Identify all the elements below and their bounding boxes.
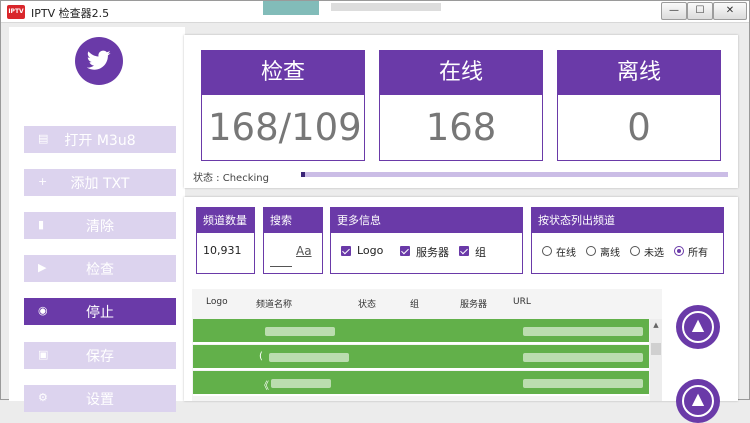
channel-name-cell: ( bbox=[259, 351, 263, 362]
arrow-down-circle-button[interactable]: ▲ bbox=[676, 379, 720, 423]
check-stat-value: 168/109 bbox=[208, 106, 362, 149]
progress-fill bbox=[301, 172, 306, 177]
logo-checkbox-label: Logo bbox=[357, 244, 384, 257]
column-header-group[interactable]: 组 bbox=[410, 297, 419, 310]
blurred-url bbox=[523, 327, 643, 336]
status-text: 状态 : Checking bbox=[193, 173, 269, 184]
twitter-bird-icon bbox=[87, 50, 111, 70]
search-input[interactable] bbox=[270, 266, 292, 267]
stop-label: 停止 bbox=[86, 305, 114, 321]
close-button[interactable]: ✕ bbox=[713, 2, 747, 20]
status-filter-box: 按状态列出频道 在线 离线 未选 所有 bbox=[531, 207, 724, 274]
table-row[interactable]: ( bbox=[193, 345, 649, 370]
clear-label: 清除 bbox=[86, 219, 114, 235]
sidebar: ▤ 打开 M3u8 + 添加 TXT ▮ 清除 ▶ 检查 ◉ 停止 ▣ 保存 ⚙… bbox=[9, 27, 185, 412]
offline-stat-label: 离线 bbox=[558, 51, 720, 95]
server-checkbox[interactable] bbox=[400, 246, 410, 256]
offline-radio[interactable] bbox=[586, 246, 596, 256]
save-label: 保存 bbox=[86, 349, 114, 365]
column-header-channel-name[interactable]: 频道名称 bbox=[256, 297, 292, 310]
title-bar[interactable]: IPTV IPTV 检查器2.5 — ☐ ✕ bbox=[1, 1, 749, 23]
all-radio-label: 所有 bbox=[688, 248, 708, 259]
unchecked-radio[interactable] bbox=[630, 246, 640, 256]
minimize-button[interactable]: — bbox=[661, 2, 687, 20]
app-window: IPTV IPTV 检查器2.5 — ☐ ✕ ▤ 打开 M3u8 + 添加 TX… bbox=[0, 0, 750, 423]
blurred-channel-name bbox=[269, 353, 349, 362]
search-label: 搜索 bbox=[264, 208, 322, 233]
open-m3u8-button[interactable]: ▤ 打开 M3u8 bbox=[24, 126, 176, 153]
check-button[interactable]: ▶ 检查 bbox=[24, 255, 176, 282]
stop-button[interactable]: ◉ 停止 bbox=[24, 298, 176, 325]
clear-button[interactable]: ▮ 清除 bbox=[24, 212, 176, 239]
unchecked-radio-label: 未选 bbox=[644, 248, 664, 259]
logo-checkbox[interactable] bbox=[341, 246, 351, 256]
case-match-toggle[interactable]: Aa bbox=[296, 244, 312, 258]
table-row[interactable] bbox=[193, 319, 649, 344]
online-stat-label: 在线 bbox=[380, 51, 542, 95]
save-button[interactable]: ▣ 保存 bbox=[24, 342, 176, 369]
iptv-app-icon: IPTV bbox=[7, 5, 25, 19]
group-checkbox-label: 组 bbox=[475, 246, 486, 259]
blurred-channel-name bbox=[271, 379, 331, 388]
avatar[interactable] bbox=[75, 37, 123, 85]
background-window-fragment bbox=[263, 1, 319, 15]
search-box: 搜索 Aa bbox=[263, 207, 323, 274]
column-header-logo[interactable]: Logo bbox=[206, 297, 228, 307]
channel-count-label: 频道数量 bbox=[197, 208, 254, 233]
status-filter-label: 按状态列出频道 bbox=[532, 208, 723, 233]
online-radio[interactable] bbox=[542, 246, 552, 256]
add-txt-label: 添加 TXT bbox=[70, 176, 130, 192]
settings-button[interactable]: ⚙ 设置 bbox=[24, 385, 176, 412]
column-header-url[interactable]: URL bbox=[513, 297, 531, 307]
column-header-server[interactable]: 服务器 bbox=[460, 297, 487, 310]
channel-table: Logo 频道名称 状态 组 服务器 URL ( 《 ▲ bbox=[192, 289, 662, 401]
channel-panel: 频道数量 10,931 搜索 Aa 更多信息 Logo 服务器 组 按状态列出频… bbox=[184, 197, 738, 423]
online-radio-label: 在线 bbox=[556, 248, 576, 259]
settings-label: 设置 bbox=[86, 392, 114, 408]
channel-name-cell: 《 bbox=[259, 381, 269, 392]
check-label: 检查 bbox=[86, 262, 114, 278]
column-header-status[interactable]: 状态 bbox=[358, 297, 376, 310]
group-checkbox[interactable] bbox=[459, 246, 469, 256]
window-title: IPTV 检查器2.5 bbox=[31, 7, 110, 20]
more-info-label: 更多信息 bbox=[331, 208, 522, 233]
check-stat-label: 检查 bbox=[202, 51, 364, 95]
scroll-thumb[interactable] bbox=[651, 343, 661, 355]
scroll-up-arrow[interactable]: ▲ bbox=[650, 319, 662, 331]
add-txt-button[interactable]: + 添加 TXT bbox=[24, 169, 176, 196]
progress-bar bbox=[301, 172, 728, 177]
table-scrollbar[interactable] bbox=[650, 319, 662, 401]
online-stat: 在线 168 bbox=[379, 50, 543, 161]
offline-stat: 离线 0 bbox=[557, 50, 721, 161]
offline-radio-label: 离线 bbox=[600, 248, 620, 259]
online-stat-value: 168 bbox=[425, 106, 497, 149]
blurred-channel-name bbox=[265, 327, 335, 336]
offline-stat-value: 0 bbox=[627, 106, 651, 149]
blurred-url bbox=[523, 353, 643, 362]
server-checkbox-label: 服务器 bbox=[416, 246, 449, 259]
stats-panel: 检查 168/109 在线 168 离线 0 状态 : Checking bbox=[184, 35, 738, 188]
arrow-circle-icon: ▲ bbox=[691, 389, 705, 408]
channel-count-box: 频道数量 10,931 bbox=[196, 207, 255, 274]
blurred-url bbox=[523, 379, 643, 388]
check-stat: 检查 168/109 bbox=[201, 50, 365, 161]
all-radio[interactable] bbox=[674, 246, 684, 256]
arrow-up-circle-icon: ▲ bbox=[691, 315, 705, 334]
more-info-box: 更多信息 Logo 服务器 组 bbox=[330, 207, 523, 274]
open-m3u8-label: 打开 M3u8 bbox=[64, 133, 136, 149]
channel-count-value: 10,931 bbox=[203, 244, 242, 257]
table-row[interactable]: 《 bbox=[193, 371, 649, 396]
arrow-up-circle-button[interactable]: ▲ bbox=[676, 305, 720, 349]
maximize-button[interactable]: ☐ bbox=[687, 2, 713, 20]
background-window-fragment-2 bbox=[331, 3, 441, 11]
